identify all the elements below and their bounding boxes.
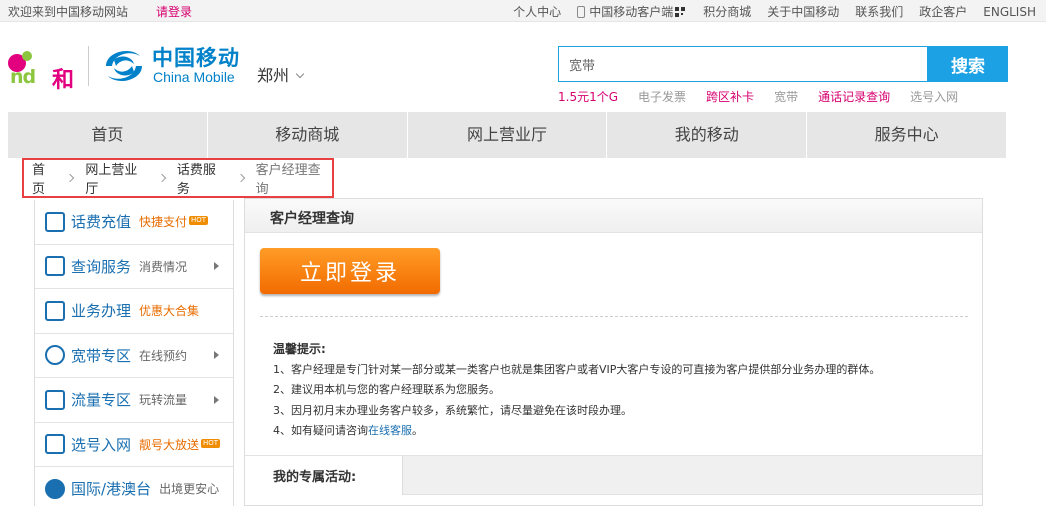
hotword-item[interactable]: 跨区补卡	[706, 88, 754, 105]
hotword-item[interactable]: 通话记录查询	[818, 88, 890, 105]
breadcrumb-home[interactable]: 首页	[32, 159, 57, 197]
contact-link[interactable]: 联系我们	[855, 3, 903, 20]
caret-right-icon	[214, 351, 219, 360]
sidebar-item-sub[interactable]: 消费情况	[139, 258, 187, 275]
nav-item-my-mobile[interactable]: 我的移动	[607, 112, 808, 158]
personal-center-link[interactable]: 个人中心	[513, 3, 561, 20]
panel-title-bar	[245, 199, 982, 233]
divider	[260, 316, 968, 317]
breadcrumb-billing[interactable]: 话费服务	[177, 159, 228, 197]
page-title: 客户经理查询	[270, 211, 354, 227]
hotword-item[interactable]: 电子发票	[638, 88, 686, 105]
sidebar-item-broadband[interactable]: 宽带专区 在线预约	[35, 334, 233, 378]
tips-title: 温馨提示:	[273, 342, 326, 356]
breadcrumb-current: 客户经理查询	[255, 163, 321, 197]
sidebar-item-label: 国际/港澳台	[71, 480, 152, 499]
sidebar-item-recharge[interactable]: 话费充值 快捷支付 HOT	[35, 200, 233, 245]
data-chart-icon	[45, 389, 65, 410]
tip-item: 2、建议用本机与您的客户经理联系为您服务。	[273, 383, 500, 396]
chevron-right-icon	[157, 173, 167, 183]
qr-code-icon[interactable]	[675, 6, 686, 17]
chevron-down-icon	[295, 69, 305, 79]
sidebar-item-data[interactable]: 流量专区 玩转流量	[35, 378, 233, 423]
english-link[interactable]: ENGLISH	[983, 3, 1036, 20]
online-service-link[interactable]: 在线客服	[368, 424, 412, 437]
yuan-icon	[45, 211, 65, 232]
sim-icon	[45, 434, 65, 455]
sidebar-item-sub[interactable]: 优惠大合集	[139, 302, 199, 319]
tip-item: 3、因月初月末办理业务客户较多，系统繁忙，请尽量避免在该时段办理。	[273, 403, 632, 417]
login-now-button[interactable]: 立即登录	[260, 248, 440, 294]
header: nd 和 中国移动 China Mobile 郑州 搜索 1.5元1个G 电子发…	[0, 22, 1046, 112]
about-link[interactable]: 关于中国移动	[767, 3, 839, 20]
welcome-text: 欢迎来到中国移动网站	[8, 5, 129, 19]
search-button[interactable]: 搜索	[928, 46, 1008, 82]
login-link[interactable]: 请登录	[156, 3, 192, 20]
enterprise-link[interactable]: 政企客户	[919, 3, 967, 20]
breadcrumb: 首页 网上营业厅 话费服务 客户经理查询	[22, 158, 334, 198]
nav-item-service-center[interactable]: 服务中心	[807, 112, 1006, 158]
sidebar-item-label: 宽带专区	[71, 346, 132, 365]
hotword-item[interactable]: 1.5元1个G	[558, 88, 618, 105]
caret-right-icon	[214, 262, 219, 271]
nav-item-mall[interactable]: 移动商城	[208, 112, 408, 158]
and-he-logo[interactable]: nd 和	[8, 48, 78, 93]
points-mall-link[interactable]: 积分商城	[703, 3, 751, 20]
sidebar: 话费充值 快捷支付 HOT 查询服务 消费情况 业务办理 优惠大合集 宽带专区 …	[34, 200, 234, 506]
top-bar: 欢迎来到中国移动网站 请登录 个人中心 中国移动客户端 积分商城 关于中国移动 …	[0, 0, 1046, 22]
chevron-right-icon	[66, 173, 75, 183]
china-mobile-emblem-icon	[106, 51, 142, 81]
sidebar-item-sub[interactable]: 在线预约	[139, 347, 187, 364]
hot-keywords: 1.5元1个G 电子发票 跨区补卡 宽带 通话记录查询 选号入网	[558, 88, 958, 105]
city-name: 郑州	[257, 66, 290, 85]
logo-divider	[88, 46, 89, 86]
activity-title: 我的专属活动:	[273, 470, 357, 485]
city-selector[interactable]: 郑州	[257, 62, 305, 86]
hot-badge: HOT	[189, 216, 209, 226]
search-input[interactable]	[558, 46, 928, 82]
sidebar-item-international[interactable]: 国际/港澳台 出境更安心	[35, 467, 233, 506]
client-app-link[interactable]: 中国移动客户端	[577, 3, 687, 20]
china-mobile-logo[interactable]: 中国移动 China Mobile	[100, 42, 250, 92]
sidebar-item-label: 选号入网	[71, 435, 132, 454]
search-area: 搜索	[558, 46, 1008, 82]
logo-cn-text: 中国移动	[152, 46, 240, 70]
nav-item-online-hall[interactable]: 网上营业厅	[408, 112, 608, 158]
caret-right-icon	[214, 395, 219, 404]
sidebar-item-sub[interactable]: 玩转流量	[139, 391, 187, 408]
logo-dot	[22, 51, 32, 61]
wifi-icon	[45, 345, 65, 366]
business-icon	[45, 300, 65, 321]
tip-item: 1、客户经理是专门针对某一部分或某一类客户也就是集团客户或者VIP大客户专设的可…	[273, 362, 881, 376]
sidebar-item-query[interactable]: 查询服务 消费情况	[35, 245, 233, 289]
search-doc-icon	[45, 256, 65, 277]
top-links: 个人中心 中国移动客户端 积分商城 关于中国移动 联系我们 政企客户 ENGLI…	[513, 3, 1036, 20]
sidebar-item-label: 话费充值	[71, 213, 132, 232]
hot-badge: HOT	[201, 438, 221, 448]
sidebar-item-label: 流量专区	[71, 391, 132, 410]
chevron-right-icon	[236, 173, 245, 183]
globe-icon	[45, 478, 65, 499]
sidebar-item-business[interactable]: 业务办理 优惠大合集	[35, 289, 233, 334]
logo-he-text: 和	[52, 68, 75, 93]
phone-icon	[577, 5, 586, 18]
tips-section: 温馨提示: 1、客户经理是专门针对某一部分或某一类客户也就是集团客户或者VIP大…	[273, 339, 880, 442]
hotword-item[interactable]: 选号入网	[910, 88, 958, 105]
logo-nd-mark: nd	[10, 66, 36, 88]
nav-item-home[interactable]: 首页	[8, 112, 208, 158]
tip-item: 4、如有疑问请咨询在线客服。	[273, 424, 423, 437]
breadcrumb-online-hall[interactable]: 网上营业厅	[85, 159, 149, 197]
sidebar-item-sub[interactable]: 靓号大放送	[139, 436, 199, 453]
sidebar-item-label: 业务办理	[71, 302, 132, 321]
hotword-item[interactable]: 宽带	[774, 88, 798, 105]
sidebar-item-number-select[interactable]: 选号入网 靓号大放送 HOT	[35, 423, 233, 467]
sidebar-item-sub[interactable]: 出境更安心	[159, 480, 219, 497]
main-nav: 首页 移动商城 网上营业厅 我的移动 服务中心	[8, 112, 1006, 158]
content-panel: 客户经理查询 立即登录 温馨提示: 1、客户经理是专门针对某一部分或某一类客户也…	[244, 198, 983, 506]
logo-en-text: China Mobile	[153, 69, 235, 85]
sidebar-item-label: 查询服务	[71, 257, 132, 276]
sidebar-item-sub[interactable]: 快捷支付	[139, 213, 187, 230]
